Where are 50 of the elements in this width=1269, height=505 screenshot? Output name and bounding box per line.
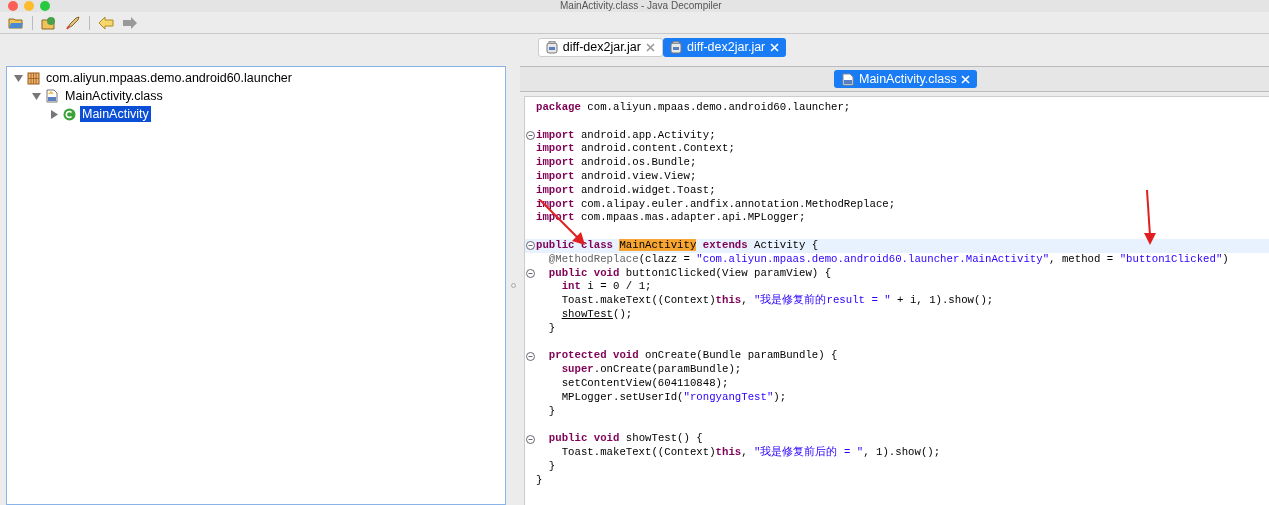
close-icon[interactable] (646, 43, 655, 52)
code-line: protected void onCreate(Bundle paramBundle) { (547, 349, 838, 364)
class-icon (63, 107, 76, 121)
file-tab[interactable]: diff-dex2jar.jar (663, 38, 787, 57)
fold-icon[interactable] (526, 241, 535, 251)
back-arrow-icon[interactable] (98, 15, 114, 30)
code-line: import android.os.Bundle; (536, 156, 697, 170)
code-line: import android.view.View; (536, 170, 697, 184)
tree-item[interactable]: MainActivity.class (63, 88, 165, 104)
class-file-icon (45, 89, 59, 103)
code-line: MPLogger.setUserId("rongyangTest"); (560, 390, 787, 405)
code-line: showTest(); (560, 307, 633, 322)
code-line: package com.aliyun.mpaas.demo.android60.launcher; (536, 101, 851, 115)
fold-icon[interactable] (526, 131, 535, 140)
code-line: public void button1Clicked(View paramView) { (547, 266, 832, 281)
code-line: import android.app.Activity; (536, 128, 716, 143)
tree-item[interactable]: MainActivity (80, 106, 151, 122)
class-file-icon (841, 72, 855, 86)
code-line: } (547, 459, 556, 474)
window-title: MainActivity.class - Java Decompiler (560, 0, 722, 12)
tree-item[interactable]: com.aliyun.mpaas.demo.android60.launcher (44, 70, 294, 86)
code-line: import android.content.Context; (536, 142, 735, 157)
code-line: import android.widget.Toast; (536, 183, 716, 198)
code-line: @MethodReplace(clazz = "com.aliyun.mpaas.demo.android60.launcher.MainActivity", method = "button1Clicked") (547, 252, 1229, 267)
code-line: int i = 0 / 1; (560, 280, 652, 295)
code-line: } (536, 473, 543, 488)
expanded-arrow-icon[interactable] (32, 91, 41, 101)
code-line: } (547, 404, 556, 419)
editor-tab[interactable]: MainActivity.class (834, 70, 977, 88)
code-line: public class MainActivity extends Activity { (536, 238, 819, 253)
code-line: setContentView(604110848); (560, 376, 729, 391)
code-line: Toast.makeText((Context)this, "我是修复前的result = " + i, 1).show(); (560, 294, 994, 308)
file-tab[interactable]: diff-dex2jar.jar (537, 38, 663, 57)
package-icon (27, 71, 40, 85)
jar-icon (670, 41, 682, 54)
code-line: Toast.makeText((Context)this, "我是修复前后的 = ", 1).show(); (560, 445, 941, 460)
arrow-annotation (1144, 189, 1156, 245)
fold-icon[interactable] (526, 434, 535, 444)
code-line: super.onCreate(paramBundle); (560, 363, 742, 377)
open-folder-icon[interactable] (8, 15, 24, 30)
forward-arrow-icon[interactable] (122, 15, 138, 30)
code-line: public void showTest() { (547, 432, 703, 446)
code-line: } (547, 321, 556, 336)
open-type-icon[interactable] (41, 15, 57, 30)
collapsed-arrow-icon[interactable] (50, 109, 59, 119)
fold-icon[interactable] (526, 268, 535, 278)
jar-icon (545, 41, 558, 54)
close-window-button[interactable] (8, 1, 18, 11)
fold-icon[interactable] (526, 351, 535, 361)
expanded-arrow-icon[interactable] (14, 73, 23, 83)
